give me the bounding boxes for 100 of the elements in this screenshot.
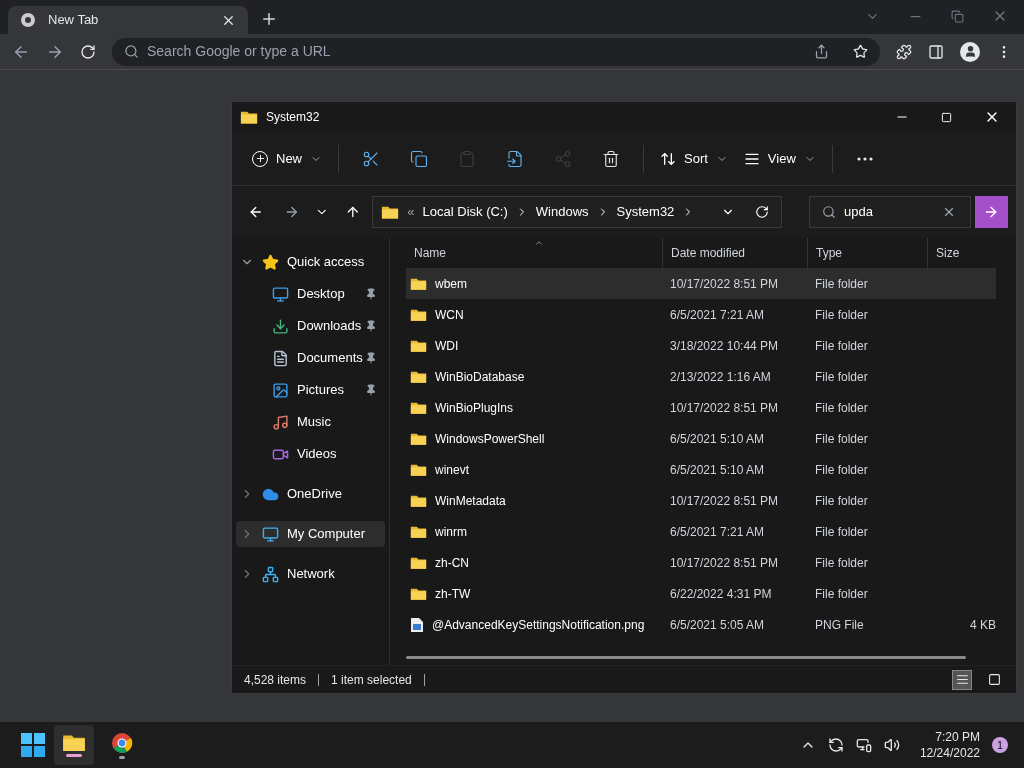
file-type: File folder	[814, 275, 869, 293]
file-explorer-taskbar-button[interactable]	[54, 725, 94, 765]
file-type: File folder	[814, 585, 869, 603]
desktop-icon	[272, 285, 289, 303]
overflow-chevrons[interactable]: «	[407, 202, 415, 222]
sort-button[interactable]: Sort	[652, 142, 736, 175]
folder-icon	[410, 400, 427, 415]
details-icon	[955, 673, 969, 686]
sidebar-item[interactable]: Desktop	[236, 281, 385, 307]
restore-icon[interactable]	[951, 9, 964, 23]
network-icon	[262, 565, 279, 583]
computer-icon	[262, 525, 279, 543]
bookmark-star-icon[interactable]	[853, 44, 868, 59]
date-modified: 6/5/2021 5:05 AM	[669, 616, 766, 634]
browser-tab[interactable]: New Tab	[8, 6, 248, 34]
file-name: wbem	[435, 275, 467, 293]
horizontal-scrollbar[interactable]	[406, 656, 966, 659]
sidebar-item[interactable]: Network	[236, 561, 385, 587]
sidebar-item[interactable]: Quick access	[236, 249, 385, 275]
file-row[interactable]: WCN 6/5/2021 7:21 AM File folder	[406, 299, 996, 330]
search-input[interactable]: upda	[844, 202, 934, 222]
folder-icon	[410, 555, 427, 570]
back-icon[interactable]	[248, 204, 264, 220]
tab-title: New Tab	[48, 11, 100, 30]
file-name: winrm	[435, 523, 467, 541]
search-icon	[822, 205, 836, 219]
file-name: WinMetadata	[435, 492, 506, 510]
file-type: File folder	[814, 337, 869, 355]
network-icon[interactable]	[855, 737, 872, 753]
folder-icon	[410, 276, 427, 291]
reload-icon[interactable]	[80, 43, 96, 60]
clear-search-icon[interactable]	[942, 205, 956, 219]
sidebar-item[interactable]: Pictures	[236, 377, 385, 403]
file-row[interactable]: zh-CN 10/17/2022 8:51 PM File folder	[406, 547, 996, 578]
clock[interactable]: 7:20 PM 12/24/2022	[919, 729, 980, 761]
new-button[interactable]: New	[244, 142, 330, 175]
sidebar-item[interactable]: Documents	[236, 345, 385, 371]
share-icon[interactable]	[814, 44, 829, 59]
view-button[interactable]: View	[735, 142, 824, 175]
sort-ascending-icon	[534, 238, 544, 248]
sync-icon[interactable]	[827, 737, 844, 753]
picture-icon	[272, 381, 289, 399]
notification-badge[interactable]: 1	[992, 737, 1008, 753]
date-modified: 6/5/2021 7:21 AM	[669, 306, 766, 324]
date-modified: 10/17/2022 8:51 PM	[669, 554, 780, 572]
address-bar[interactable]: « Local Disk (C:) Windows System32	[372, 196, 782, 228]
file-size: 4 KB	[970, 616, 996, 634]
file-type: File folder	[814, 492, 869, 510]
file-row[interactable]: @AdvancedKeySettingsNotification.png 6/5/2021 5:05 AM PNG File 4 KB	[406, 609, 996, 640]
window-folder-icon	[240, 109, 258, 125]
breadcrumb[interactable]: System32	[616, 202, 675, 222]
file-name: WCN	[435, 306, 464, 324]
sidebar-item[interactable]: Videos	[236, 441, 385, 467]
file-type: File folder	[814, 399, 869, 417]
file-row[interactable]: zh-TW 6/22/2022 4:31 PM File folder	[406, 578, 996, 609]
selection-count: 1 item selected	[331, 671, 412, 689]
file-row[interactable]: WinMetadata 10/17/2022 8:51 PM File folder	[406, 485, 996, 516]
file-name: winevt	[435, 461, 469, 479]
folder-icon	[410, 586, 427, 601]
breadcrumb[interactable]: Local Disk (C:)	[422, 202, 508, 222]
profile-icon[interactable]	[960, 41, 980, 62]
search-field[interactable]: upda	[809, 196, 971, 228]
file-row[interactable]: WDI 3/18/2022 10:44 PM File folder	[406, 330, 996, 361]
running-indicator	[66, 754, 82, 758]
refresh-icon[interactable]	[754, 205, 769, 219]
sidebar-item[interactable]: My Computer	[236, 521, 385, 547]
file-row[interactable]: WindowsPowerShell 6/5/2021 5:10 AM File folder	[406, 423, 996, 454]
file-type: File folder	[814, 430, 869, 448]
file-row[interactable]: winrm 6/5/2021 7:21 AM File folder	[406, 516, 996, 547]
sidebar-item[interactable]: Music	[236, 409, 385, 435]
start-icon[interactable]	[20, 732, 46, 758]
folder-icon	[410, 493, 427, 508]
image-file-icon	[410, 616, 424, 633]
file-name: zh-CN	[435, 554, 469, 572]
file-name: WDI	[435, 337, 459, 355]
sidebar-item[interactable]: OneDrive	[236, 481, 385, 507]
maximize-icon[interactable]	[941, 111, 952, 123]
file-row[interactable]: wbem 10/17/2022 8:51 PM File folder	[406, 268, 996, 299]
file-row[interactable]: WinBioPlugIns 10/17/2022 8:51 PM File folder	[406, 392, 996, 423]
omnibox[interactable]: Search Google or type a URL	[112, 37, 880, 66]
volume-icon[interactable]	[883, 737, 900, 753]
side-panel-icon[interactable]	[928, 43, 944, 60]
file-row[interactable]: WinBioDatabase 2/13/2022 1:16 AM File folder	[406, 361, 996, 392]
folder-icon	[410, 524, 427, 539]
new-tab-icon[interactable]	[260, 10, 278, 28]
search-go-button[interactable]	[974, 196, 1008, 228]
running-indicator	[119, 755, 125, 759]
date-modified: 6/5/2021 5:10 AM	[669, 461, 766, 479]
extensions-icon[interactable]	[896, 43, 912, 60]
breadcrumb[interactable]: Windows	[535, 202, 589, 222]
file-name: WinBioPlugIns	[435, 399, 514, 417]
details-view-button[interactable]	[952, 669, 972, 690]
file-row[interactable]: winevt 6/5/2021 5:10 AM File folder	[406, 454, 996, 485]
folder-icon	[410, 338, 427, 353]
folder-app-icon	[62, 732, 86, 753]
star-icon	[262, 253, 279, 271]
sidebar-item[interactable]: Downloads	[236, 313, 385, 339]
date-modified: 10/17/2022 8:51 PM	[669, 492, 780, 510]
column-header[interactable]: Name	[406, 238, 662, 268]
file-name: WindowsPowerShell	[435, 430, 545, 448]
